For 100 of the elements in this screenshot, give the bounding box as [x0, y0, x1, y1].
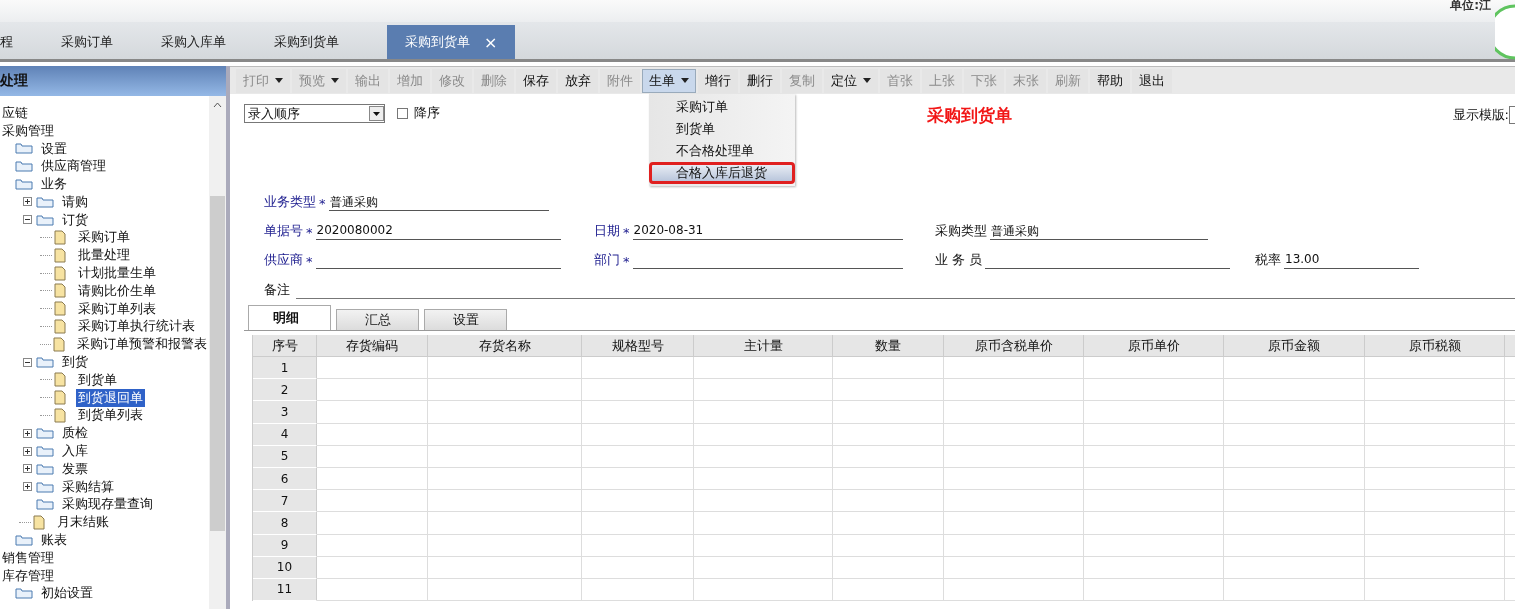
tree-item[interactable]: 采购管理 [0, 121, 56, 140]
table-cell[interactable] [1084, 357, 1224, 380]
expand-icon[interactable] [23, 446, 32, 456]
toolbar-button[interactable]: 放弃 [558, 68, 598, 93]
table-cell[interactable] [944, 357, 1084, 380]
input-field[interactable]: 2020-08-31 [632, 223, 903, 240]
tree-item[interactable]: 请购 [60, 192, 90, 211]
tree-item[interactable]: 请购比价生单 [76, 281, 158, 300]
table-cell[interactable] [317, 490, 428, 513]
table-cell[interactable] [582, 512, 694, 535]
table-cell[interactable] [944, 401, 1084, 424]
tree-item[interactable]: 采购结算 [60, 477, 116, 496]
toolbar-button[interactable]: 退出 [1132, 68, 1172, 93]
table-cell[interactable] [317, 578, 428, 602]
tree-item[interactable]: 入库 [60, 442, 90, 461]
tree-item[interactable]: 到货单列表 [76, 406, 145, 425]
toolbar-button[interactable]: 帮助 [1090, 68, 1130, 93]
table-cell[interactable] [1365, 512, 1505, 535]
table-cell[interactable] [944, 423, 1084, 446]
table-cell[interactable] [944, 379, 1084, 402]
table-cell[interactable] [1084, 490, 1224, 513]
tree-item[interactable]: 账表 [39, 531, 69, 550]
tree-item[interactable]: 应链 [0, 103, 30, 122]
table-cell[interactable] [1224, 357, 1365, 380]
table-cell[interactable] [1084, 512, 1224, 535]
tab[interactable]: 设置 [424, 309, 507, 330]
table-cell[interactable] [1224, 512, 1365, 535]
table-cell[interactable] [1084, 578, 1224, 602]
toolbar-button[interactable]: 保存 [516, 68, 556, 93]
tree-item[interactable]: 业务 [39, 175, 69, 194]
toolbar-button[interactable]: 删行 [740, 68, 780, 93]
table-cell[interactable] [582, 467, 694, 491]
table-cell[interactable] [1365, 534, 1505, 557]
table-cell[interactable] [317, 534, 428, 557]
tree-item[interactable]: 到货单 [76, 370, 119, 389]
table-cell[interactable] [1365, 379, 1505, 402]
table-cell[interactable] [428, 578, 582, 602]
table-cell[interactable] [317, 512, 428, 535]
scroll-up-icon[interactable] [213, 102, 222, 108]
tree-item[interactable]: 计划批量生单 [76, 264, 158, 283]
table-cell[interactable] [694, 490, 833, 513]
table-cell[interactable] [428, 401, 582, 424]
table-cell[interactable] [1084, 534, 1224, 557]
table-cell[interactable] [1365, 401, 1505, 424]
checkbox[interactable] [397, 107, 408, 119]
table-cell[interactable] [1365, 357, 1505, 380]
expand-icon[interactable] [23, 482, 32, 492]
table-cell[interactable] [582, 534, 694, 557]
expand-icon[interactable] [23, 197, 32, 207]
table-cell[interactable] [1365, 423, 1505, 446]
table-cell[interactable] [582, 490, 694, 513]
table-cell[interactable] [944, 445, 1084, 468]
table-cell[interactable] [1365, 467, 1505, 491]
table-cell[interactable] [1084, 445, 1224, 468]
table-cell[interactable] [694, 357, 833, 380]
input-field[interactable]: 2020080002 [315, 223, 561, 240]
table-cell[interactable] [1084, 467, 1224, 491]
tree-item[interactable]: 销售管理 [0, 548, 56, 567]
tab[interactable]: 采购到货单 × [387, 25, 516, 59]
tree-item[interactable]: 订货 [60, 210, 90, 229]
table-cell[interactable] [1224, 467, 1365, 491]
tree-item[interactable]: 设置 [39, 139, 69, 158]
table-cell[interactable] [1224, 578, 1365, 602]
input-field[interactable]: 13.00 [1284, 252, 1419, 269]
tab[interactable]: 程 [0, 25, 13, 59]
table-cell[interactable] [833, 357, 944, 380]
table-cell[interactable] [1084, 423, 1224, 446]
table-cell[interactable] [1365, 490, 1505, 513]
table-cell[interactable] [1365, 578, 1505, 602]
toolbar-button[interactable]: 定位 [824, 68, 878, 93]
table-cell[interactable] [317, 379, 428, 402]
table-cell[interactable] [944, 578, 1084, 602]
table-cell[interactable] [833, 534, 944, 557]
table-cell[interactable] [428, 423, 582, 446]
tree-item[interactable]: 采购订单列表 [76, 299, 158, 318]
table-cell[interactable] [833, 445, 944, 468]
sort-select[interactable]: 录入顺序 [244, 104, 385, 123]
tree-item[interactable]: 批量处理 [76, 246, 132, 265]
table-cell[interactable] [944, 512, 1084, 535]
menu-item[interactable]: 合格入库后退货 [649, 162, 795, 184]
toolbar-button[interactable]: 生单 [642, 68, 696, 93]
table-cell[interactable] [317, 357, 428, 380]
tab[interactable]: 采购订单 [61, 25, 113, 59]
table-cell[interactable] [833, 578, 944, 602]
table-cell[interactable] [317, 401, 428, 424]
table-cell[interactable] [944, 534, 1084, 557]
collapse-icon[interactable] [23, 215, 32, 225]
table-cell[interactable] [582, 401, 694, 424]
table-cell[interactable] [1365, 445, 1505, 468]
table-cell[interactable] [1224, 556, 1365, 579]
input-field[interactable]: 普通采购 [328, 194, 549, 211]
input-field[interactable]: 普通采购 [990, 223, 1208, 240]
table-cell[interactable] [428, 534, 582, 557]
table-cell[interactable] [582, 357, 694, 380]
table-cell[interactable] [582, 445, 694, 468]
table-cell[interactable] [317, 423, 428, 446]
collapse-icon[interactable] [23, 357, 32, 367]
tree-item[interactable]: 采购现存量查询 [60, 495, 155, 514]
table-cell[interactable] [1084, 556, 1224, 579]
table-cell[interactable] [428, 467, 582, 491]
